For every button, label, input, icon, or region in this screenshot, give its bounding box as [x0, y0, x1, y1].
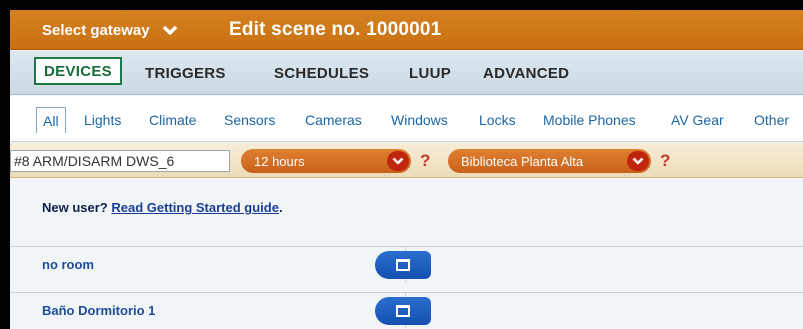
tab-devices[interactable]: DEVICES	[34, 57, 122, 85]
window-icon	[396, 305, 410, 317]
scene-editor: Select gateway Edit scene no. 1000001 DE…	[10, 10, 803, 329]
category-tab-sensors[interactable]: Sensors	[224, 109, 275, 131]
gateway-select-label: Select gateway	[42, 21, 150, 39]
getting-started-link[interactable]: Read Getting Started guide	[111, 200, 279, 215]
category-tab-all[interactable]: All	[36, 107, 66, 133]
room-row: Baño Dormitorio 1	[10, 292, 803, 328]
category-tab-lights[interactable]: Lights	[84, 109, 121, 131]
category-tab-locks[interactable]: Locks	[479, 109, 516, 131]
help-icon[interactable]: ?	[660, 151, 670, 171]
category-tab-cameras[interactable]: Cameras	[305, 109, 362, 131]
category-tab-mobile-phones[interactable]: Mobile Phones	[543, 109, 636, 131]
category-tab-windows[interactable]: Windows	[391, 109, 448, 131]
tab-luup[interactable]: LUUP	[409, 60, 451, 86]
tab-triggers[interactable]: TRIGGERS	[145, 60, 226, 86]
category-tab-climate[interactable]: Climate	[149, 109, 196, 131]
tab-advanced[interactable]: ADVANCED	[483, 60, 569, 86]
time-range-value: 12 hours	[254, 153, 305, 169]
gateway-select[interactable]: Select gateway	[42, 10, 178, 50]
room-select[interactable]: Biblioteca Planta Alta	[448, 149, 651, 173]
category-tab-other[interactable]: Other	[754, 109, 789, 131]
notice-suffix: .	[278, 200, 283, 215]
expand-room-button[interactable]	[375, 251, 431, 279]
room-name: no room	[42, 257, 94, 272]
category-tabs: All Lights Climate Sensors Cameras Windo…	[10, 96, 803, 142]
filter-bar: #8 ARM/DISARM DWS_6 12 hours ? Bibliotec…	[10, 143, 803, 178]
device-filter-value: #8 ARM/DISARM DWS_6	[14, 153, 175, 169]
expand-room-button[interactable]	[375, 297, 431, 325]
tab-schedules[interactable]: SCHEDULES	[274, 60, 369, 86]
room-select-value: Biblioteca Planta Alta	[461, 153, 584, 169]
notice-prefix: New user?	[42, 200, 108, 215]
page-title: Edit scene no. 1000001	[229, 19, 442, 40]
header-bar: Select gateway Edit scene no. 1000001	[10, 10, 803, 50]
chevron-down-icon	[162, 25, 177, 35]
time-range-select[interactable]: 12 hours	[241, 149, 411, 173]
room-name: Baño Dormitorio 1	[42, 303, 156, 318]
window-icon	[396, 259, 410, 271]
room-row: no room	[10, 246, 803, 282]
new-user-notice: New user? Read Getting Started guide.	[42, 200, 283, 215]
main-tabs: DEVICES TRIGGERS SCHEDULES LUUP ADVANCED	[10, 51, 803, 95]
chevron-down-icon	[627, 151, 649, 171]
device-filter-input[interactable]: #8 ARM/DISARM DWS_6	[10, 150, 230, 172]
category-tab-av-gear[interactable]: AV Gear	[671, 109, 724, 131]
chevron-down-icon	[387, 151, 409, 171]
help-icon[interactable]: ?	[420, 151, 430, 171]
